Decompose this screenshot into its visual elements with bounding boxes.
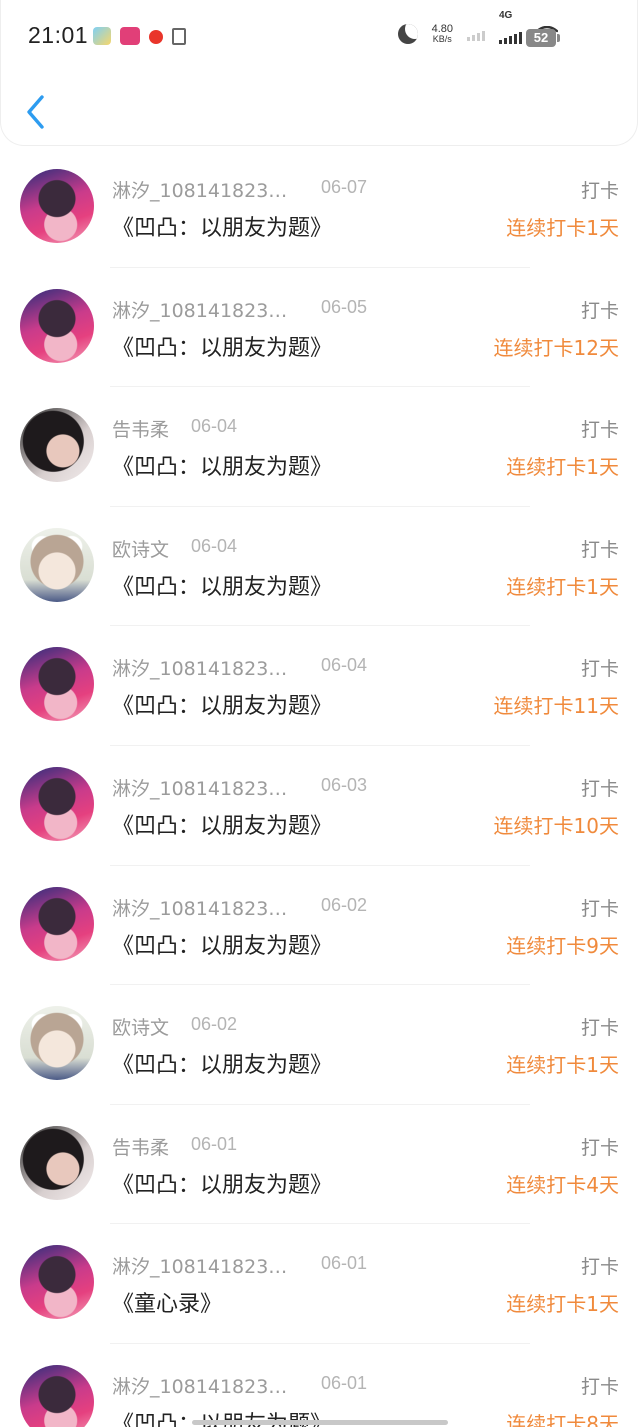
list-item[interactable]: 淋汐_108141823… 06-04 《凹凸：以朋友为题》 打卡连续打卡11天 bbox=[0, 626, 640, 746]
list-item[interactable]: 告韦柔 06-04 《凹凸：以朋友为题》 打卡连续打卡1天 bbox=[0, 387, 640, 507]
status-bar: 21:01 4.80 KB/s 4G 52 bbox=[0, 0, 640, 76]
checkin-record-list: 淋汐_108141823… 06-07 《凹凸：以朋友为题》 打卡 连续打卡1天 淋汐_1… bbox=[0, 148, 640, 1427]
user-name: 欧诗文 bbox=[112, 1017, 170, 1040]
record-type-label: 打卡 bbox=[580, 1136, 619, 1159]
record-date: 06-01 bbox=[321, 1372, 368, 1393]
list-item[interactable]: 淋汐_108141823… 06-03 《凹凸：以朋友为题》 打卡连续打卡10天 bbox=[0, 746, 640, 866]
home-indicator[interactable] bbox=[192, 1420, 448, 1425]
book-title: 《凹凸：以朋友为题》 bbox=[112, 216, 333, 241]
record-type-label: 打卡 bbox=[580, 1017, 619, 1040]
record-date: 06-04 bbox=[191, 416, 238, 437]
user-name: 淋汐_108141823… bbox=[112, 299, 288, 322]
record-date: 06-03 bbox=[321, 774, 368, 795]
streak-label: 连续打卡9天 bbox=[506, 933, 619, 958]
streak-label: 连续打卡8天 bbox=[506, 1411, 619, 1427]
notification-icons bbox=[93, 27, 186, 45]
book-title: 《凹凸：以朋友为题》 bbox=[112, 933, 333, 959]
book-title: 《凹凸：以朋友为题》 bbox=[112, 813, 333, 839]
book-title: 《凹凸：以朋友为题》 bbox=[112, 455, 333, 481]
book-title: 《凹凸：以朋友为题》 bbox=[112, 694, 333, 720]
user-name: 淋汐_108141823… bbox=[112, 180, 288, 202]
book-title: 《童心录》 bbox=[112, 1292, 223, 1318]
document-icon bbox=[172, 27, 186, 45]
record-type-label: 打卡 bbox=[580, 897, 619, 920]
book-title: 《凹凸：以朋友为题》 bbox=[112, 574, 333, 600]
streak-label: 连续打卡1天 bbox=[506, 216, 619, 240]
record-type-label: 打卡 bbox=[580, 538, 619, 561]
user-name: 淋汐_108141823… bbox=[112, 777, 288, 800]
record-date: 06-01 bbox=[321, 1253, 368, 1274]
streak-label: 连续打卡4天 bbox=[506, 1172, 619, 1197]
record-type-label: 打卡 bbox=[580, 419, 619, 442]
do-not-disturb-moon-icon bbox=[397, 24, 418, 44]
record-type-label: 打卡 bbox=[580, 1375, 619, 1398]
avatar[interactable] bbox=[20, 766, 94, 841]
user-name: 欧诗文 bbox=[112, 538, 170, 561]
streak-label: 连续打卡12天 bbox=[493, 335, 619, 360]
record-type-label: 打卡 bbox=[580, 777, 619, 800]
record-date: 06-07 bbox=[321, 177, 368, 197]
streak-label: 连续打卡10天 bbox=[493, 813, 619, 838]
network-speed: 4.80 KB/s bbox=[431, 23, 453, 45]
status-time: 21:01 bbox=[28, 22, 89, 48]
avatar[interactable] bbox=[20, 527, 94, 602]
record-date: 06-04 bbox=[321, 655, 368, 676]
chevron-left-icon bbox=[27, 95, 44, 129]
record-date: 06-01 bbox=[191, 1133, 238, 1154]
user-name: 淋汐_108141823… bbox=[112, 658, 288, 681]
record-type-label: 打卡 bbox=[580, 180, 619, 202]
list-item[interactable]: 淋汐_108141823… 06-02 《凹凸：以朋友为题》 打卡连续打卡9天 bbox=[0, 866, 640, 986]
avatar[interactable] bbox=[20, 408, 94, 483]
user-name: 告韦柔 bbox=[112, 1136, 170, 1159]
avatar[interactable] bbox=[20, 886, 94, 961]
record-date: 06-02 bbox=[321, 894, 368, 915]
maps-app-icon bbox=[93, 27, 111, 45]
list-item[interactable]: 淋汐_108141823… 06-07 《凹凸：以朋友为题》 打卡连续打卡1天 bbox=[0, 148, 640, 268]
record-type-label: 打卡 bbox=[580, 299, 619, 322]
checkin-records-screen: 21:01 4.80 KB/s 4G 52 淋汐_108141823… 06-0… bbox=[0, 0, 640, 1427]
avatar[interactable] bbox=[20, 1364, 94, 1427]
book-title: 《凹凸：以朋友为题》 bbox=[112, 335, 333, 361]
user-name: 告韦柔 bbox=[112, 419, 170, 442]
list-item[interactable]: 淋汐_108141823… 06-05 《凹凸：以朋友为题》 打卡连续打卡12天 bbox=[0, 268, 640, 388]
book-title: 《凹凸：以朋友为题》 bbox=[112, 1172, 333, 1198]
streak-label: 连续打卡11天 bbox=[493, 694, 619, 719]
user-name: 淋汐_108141823… bbox=[112, 897, 288, 920]
streak-label: 连续打卡1天 bbox=[506, 574, 619, 599]
record-date: 06-04 bbox=[191, 535, 238, 556]
avatar[interactable] bbox=[20, 1125, 94, 1200]
battery-icon: 52 bbox=[526, 29, 560, 47]
book-title: 《凹凸：以朋友为题》 bbox=[112, 1053, 333, 1079]
user-name: 淋汐_108141823… bbox=[112, 1375, 288, 1398]
list-item[interactable]: 欧诗文 06-02 《凹凸：以朋友为题》 打卡连续打卡1天 bbox=[0, 985, 640, 1105]
record-date: 06-05 bbox=[321, 296, 368, 317]
signal-4g-icon: 4G bbox=[499, 10, 522, 44]
avatar[interactable] bbox=[20, 1245, 94, 1320]
list-item[interactable]: 欧诗文 06-04 《凹凸：以朋友为题》 打卡连续打卡1天 bbox=[0, 507, 640, 627]
back-button[interactable] bbox=[18, 92, 54, 132]
record-type-label: 打卡 bbox=[580, 658, 619, 681]
avatar[interactable] bbox=[20, 288, 94, 363]
avatar[interactable] bbox=[20, 169, 94, 243]
avatar[interactable] bbox=[20, 1006, 94, 1081]
red-app-icon bbox=[149, 30, 163, 44]
signal-sim1-icon bbox=[467, 27, 485, 41]
streak-label: 连续打卡1天 bbox=[506, 1292, 619, 1317]
shopping-app-icon bbox=[120, 27, 140, 45]
list-item[interactable]: 告韦柔 06-01 《凹凸：以朋友为题》 打卡连续打卡4天 bbox=[0, 1105, 640, 1225]
record-date: 06-02 bbox=[191, 1014, 238, 1035]
record-type-label: 打卡 bbox=[580, 1256, 619, 1279]
list-item[interactable]: 淋汐_108141823… 06-01 《童心录》 打卡连续打卡1天 bbox=[0, 1224, 640, 1344]
user-name: 淋汐_108141823… bbox=[112, 1256, 288, 1279]
streak-label: 连续打卡1天 bbox=[506, 1053, 619, 1078]
list-item[interactable]: 淋汐_108141823…06-01《凹凸：以朋友为题》打卡连续打卡8天 bbox=[0, 1344, 640, 1427]
avatar[interactable] bbox=[20, 647, 94, 722]
streak-label: 连续打卡1天 bbox=[506, 455, 619, 480]
